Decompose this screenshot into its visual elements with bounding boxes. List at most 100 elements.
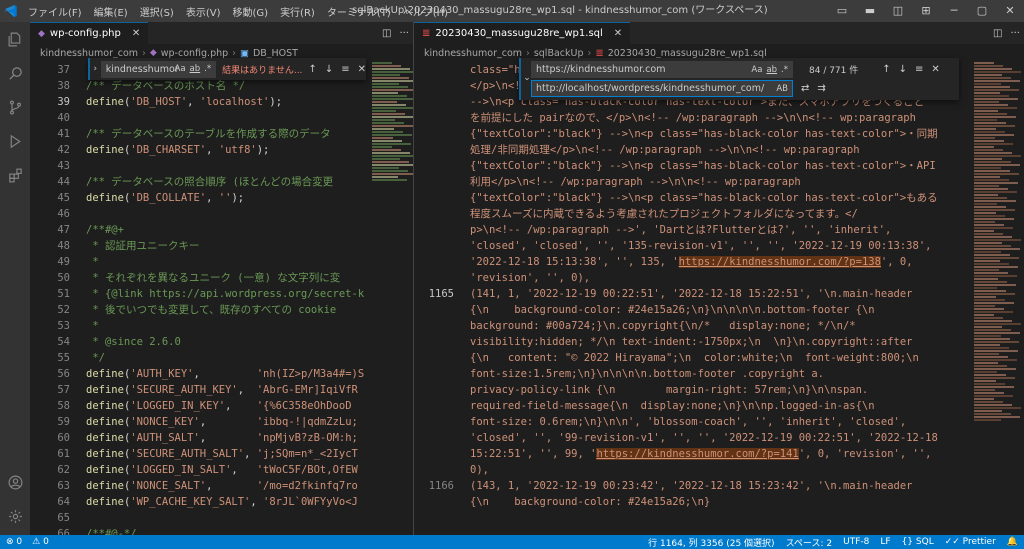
code-line[interactable]: 57 define('SECURE_AUTH_KEY', 'AbrG-EMr]Iq… — [30, 382, 413, 398]
warnings-count[interactable]: ⚠ 0 — [32, 537, 49, 547]
split-editor-icon[interactable]: ◫ — [382, 28, 391, 39]
next-match-icon[interactable]: ↓ — [325, 64, 333, 75]
code-line[interactable]: 48 * 認証用ユニークキー — [30, 238, 413, 254]
toggle-replace-chevron-icon[interactable]: › — [90, 64, 101, 74]
cursor-position[interactable]: 行 1164, 列 3356 (25 個選択) — [648, 536, 774, 549]
code-line[interactable]: {"textColor":"black"} -->\n<p class="has… — [414, 158, 1024, 174]
code-line[interactable]: 52 * 後でいつでも変更して、既存のすべての cookie — [30, 302, 413, 318]
code-line[interactable]: 15:22:51', '', 99, 'https://kindnesshumo… — [414, 446, 1024, 462]
tab-wp-config[interactable]: ◆ wp-config.php ✕ — [30, 22, 149, 44]
prettier-status[interactable]: ✓✓ Prettier — [945, 537, 996, 547]
code-line[interactable]: 64 define('WP_CACHE_KEY_SALT', '8rJL`0WFY… — [30, 494, 413, 510]
match-word-icon[interactable]: ab — [766, 65, 777, 75]
breadcrumb-item[interactable]: 20230430_massugu28re_wp1.sql — [608, 48, 767, 59]
code-line[interactable]: {\n background-color: #24e15a26;\n}\n\n\… — [414, 302, 1024, 318]
minimize-button[interactable]: ─ — [940, 0, 968, 22]
errors-count[interactable]: ⊗ 0 — [6, 537, 22, 547]
next-match-icon[interactable]: ↓ — [899, 64, 907, 75]
find-in-selection-icon[interactable]: ≡ — [915, 64, 923, 75]
split-editor-icon[interactable]: ◫ — [993, 28, 1002, 39]
tab-sql-file[interactable]: ≣ 20230430_massugu28re_wp1.sql ✕ — [414, 22, 631, 44]
code-line[interactable]: 程度スムーズに内蔵できるよう考慮されたプロジェクトフォルダになってます。</ — [414, 206, 1024, 222]
code-line[interactable]: p>\n<!-- /wp:paragraph -->', 'Dartとは?Flu… — [414, 222, 1024, 238]
layout-sidebar-icon[interactable]: ◫ — [884, 0, 912, 22]
code-line[interactable]: {"textColor":"black"} -->\n<p class="has… — [414, 190, 1024, 206]
menu-selection[interactable]: 選択(S) — [134, 4, 180, 19]
previous-match-icon[interactable]: ↑ — [308, 64, 316, 75]
explorer-icon[interactable] — [0, 22, 30, 56]
code-line[interactable]: 55 */ — [30, 350, 413, 366]
code-line[interactable]: 47 /**#@+ — [30, 222, 413, 238]
replace-input[interactable]: http://localhost/wordpress/kindnesshumor… — [531, 80, 793, 97]
menu-run[interactable]: 実行(R) — [274, 4, 321, 19]
code-line[interactable]: 58 define('LOGGED_IN_KEY', '{%6C358eOhDoo… — [30, 398, 413, 414]
code-line[interactable]: 49 * — [30, 254, 413, 270]
match-word-icon[interactable]: ab — [190, 64, 201, 74]
code-line[interactable]: 39 define('DB_HOST', 'localhost'); — [30, 94, 413, 110]
code-line[interactable]: 56 define('AUTH_KEY', 'nh(IZ>p/M3a4#=)S — [30, 366, 413, 382]
menu-file[interactable]: ファイル(F) — [22, 4, 88, 19]
indentation[interactable]: スペース: 2 — [786, 536, 833, 549]
maximize-button[interactable]: ▢ — [968, 0, 996, 22]
code-line[interactable]: visibility:hidden; */\n text-indent:-175… — [414, 334, 1024, 350]
code-line[interactable]: 38 /** データベースのホスト名 */ — [30, 78, 413, 94]
line-ending[interactable]: LF — [880, 537, 890, 547]
code-line[interactable]: 処理/非同期処理</p>\n<!-- /wp:paragraph -->\n\n… — [414, 142, 1024, 158]
find-in-selection-icon[interactable]: ≡ — [341, 64, 349, 75]
replace-all-icon[interactable]: ⇉ — [817, 83, 825, 94]
extensions-icon[interactable] — [0, 158, 30, 192]
match-case-icon[interactable]: Aa — [175, 64, 186, 74]
code-line[interactable]: privacy-policy-link {\n margin-right: 57… — [414, 382, 1024, 398]
code-editor-right[interactable]: class="has-black-color has-text-color">な… — [414, 62, 1024, 535]
more-actions-icon[interactable]: ··· — [399, 28, 409, 39]
language-mode[interactable]: {} SQL — [902, 537, 934, 547]
regex-icon[interactable]: .* — [781, 65, 788, 75]
code-line[interactable]: 63 define('NONCE_SALT', '/mo=d2fkinfq7ro — [30, 478, 413, 494]
code-line[interactable]: 40 — [30, 110, 413, 126]
tab-close-icon[interactable]: ✕ — [614, 28, 622, 39]
code-line[interactable]: 51 * {@link https://api.wordpress.org/se… — [30, 286, 413, 302]
code-line[interactable]: 'closed', '', '99-revision-v1', '', '', … — [414, 430, 1024, 446]
code-line[interactable]: '2022-12-18 15:13:38', '', 135, 'https:/… — [414, 254, 1024, 270]
match-case-icon[interactable]: Aa — [751, 65, 762, 75]
code-line[interactable]: 44 /** データベースの照合順序 (ほとんどの場合変更 — [30, 174, 413, 190]
code-line[interactable]: 1166 (143, 1, '2022-12-19 00:23:42', '202… — [414, 478, 1024, 494]
code-editor-left[interactable]: 37 38 /** データベースのホスト名 */ 39 define('DB_HOST'… — [30, 62, 413, 535]
run-debug-icon[interactable] — [0, 124, 30, 158]
regex-icon[interactable]: .* — [204, 64, 211, 74]
code-line[interactable]: {"textColor":"black"} -->\n<p class="has… — [414, 126, 1024, 142]
source-control-icon[interactable] — [0, 90, 30, 124]
preserve-case-icon[interactable]: AB — [776, 84, 788, 94]
close-find-icon[interactable]: ✕ — [931, 64, 939, 75]
minimap-left[interactable] — [372, 62, 413, 535]
more-actions-icon[interactable]: ··· — [1010, 28, 1020, 39]
code-line[interactable]: 43 — [30, 158, 413, 174]
layout-custom-icon[interactable]: ⊞ — [912, 0, 940, 22]
breadcrumb-item[interactable]: wp-config.php — [161, 48, 228, 59]
code-line[interactable]: 42 define('DB_CHARSET', 'utf8'); — [30, 142, 413, 158]
code-line[interactable]: 45 define('DB_COLLATE', ''); — [30, 190, 413, 206]
code-line[interactable]: 66 /**#@-*/ — [30, 526, 413, 535]
code-line[interactable]: 'closed', 'closed', '', '135-revision-v1… — [414, 238, 1024, 254]
account-icon[interactable] — [0, 465, 30, 499]
code-line[interactable]: required-field-message{\n display:none;\… — [414, 398, 1024, 414]
code-line[interactable]: 61 define('SECURE_AUTH_SALT', 'j;SQm=n*_<… — [30, 446, 413, 462]
code-line[interactable]: 利用</p>\n<!-- /wp:paragraph -->\n\n<!-- w… — [414, 174, 1024, 190]
code-line[interactable]: 53 * — [30, 318, 413, 334]
manage-gear-icon[interactable] — [0, 499, 30, 533]
menu-view[interactable]: 表示(V) — [180, 4, 227, 19]
menu-go[interactable]: 移動(G) — [227, 4, 275, 19]
tab-close-icon[interactable]: ✕ — [132, 28, 140, 39]
code-line[interactable]: 0), — [414, 462, 1024, 478]
close-button[interactable]: ✕ — [996, 0, 1024, 22]
toggle-replace-chevron-icon[interactable]: ⌄ — [523, 60, 531, 97]
code-line[interactable]: 54 * @since 2.6.0 — [30, 334, 413, 350]
layout-toggle-icon[interactable]: ▭ — [828, 0, 856, 22]
code-line[interactable]: font-size: 0.6rem;\n}\n\n', 'blossom-coa… — [414, 414, 1024, 430]
code-line[interactable]: 1165 (141, 1, '2022-12-19 00:22:51', '202… — [414, 286, 1024, 302]
previous-match-icon[interactable]: ↑ — [882, 64, 890, 75]
menu-edit[interactable]: 編集(E) — [88, 4, 134, 19]
code-line[interactable]: {\n content: "© 2022 Hirayama";\n color:… — [414, 350, 1024, 366]
code-line[interactable]: {\n background-color: #24e15a26;\n} — [414, 494, 1024, 510]
code-line[interactable]: 60 define('AUTH_SALT', 'npMjvB?zB-OM:h; — [30, 430, 413, 446]
